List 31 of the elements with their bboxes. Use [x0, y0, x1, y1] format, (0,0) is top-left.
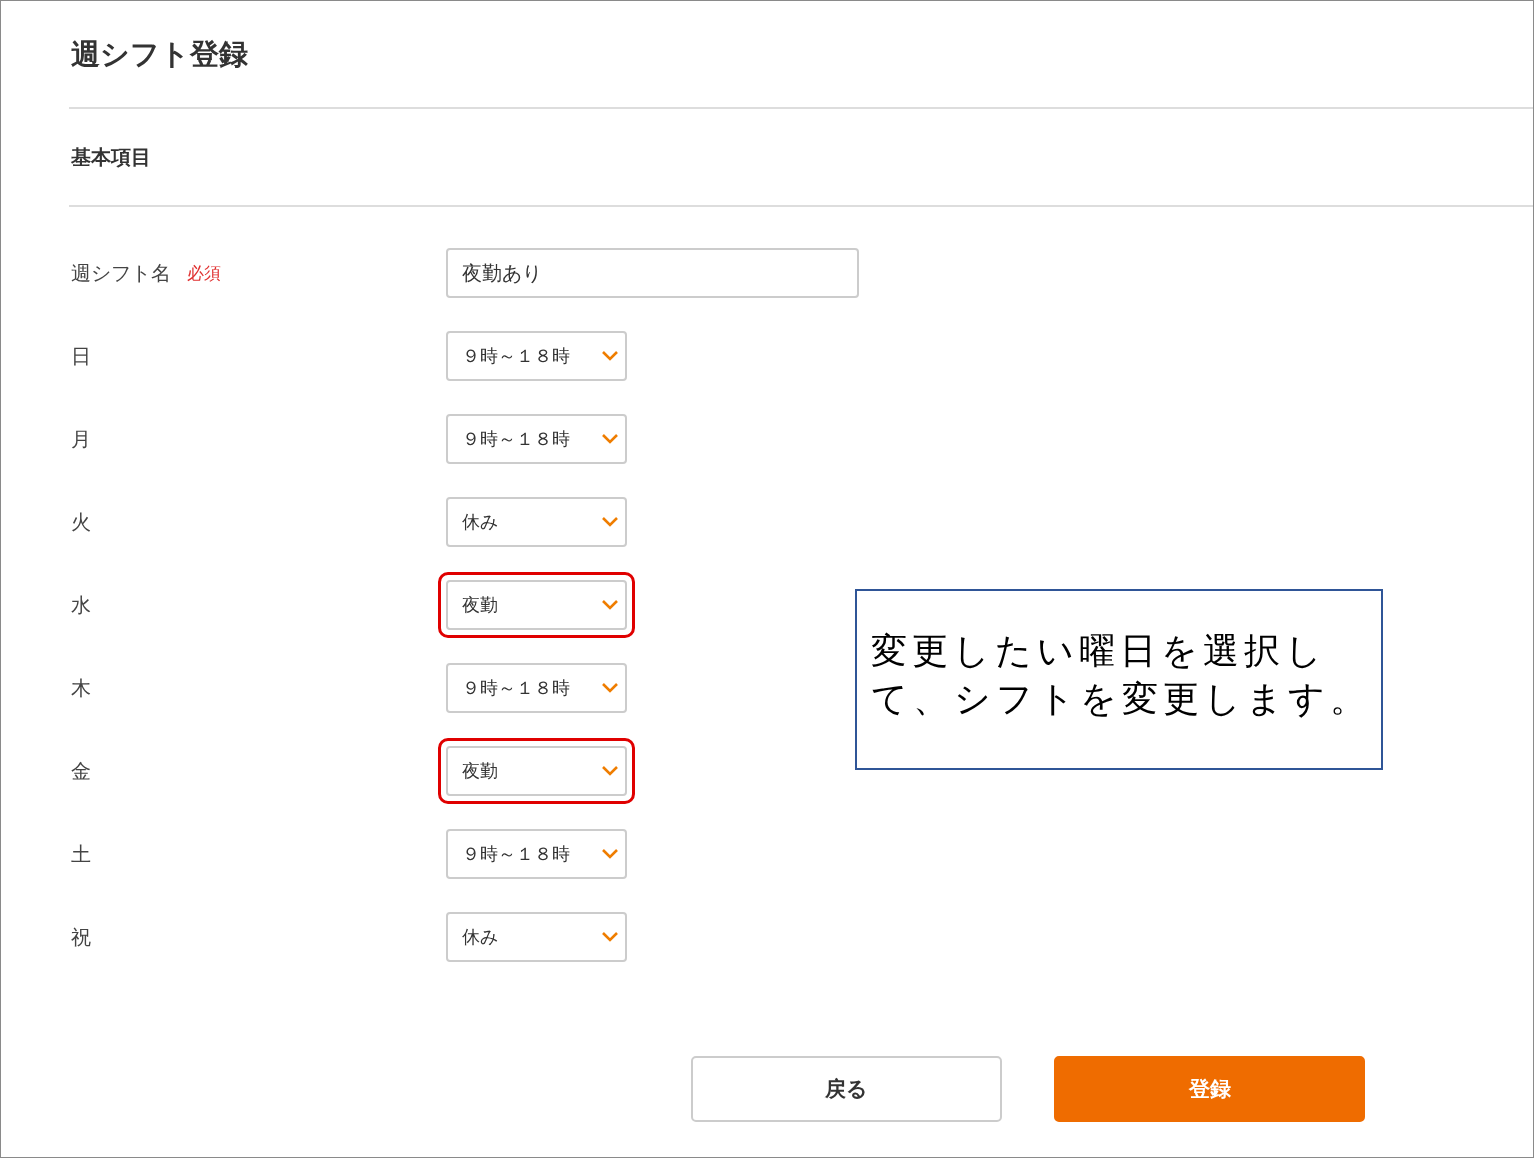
- required-label: 必須: [187, 261, 221, 285]
- chevron-down-icon: [601, 765, 619, 777]
- dropdown[interactable]: 夜勤: [446, 580, 627, 630]
- field-label: 水: [71, 591, 91, 619]
- field-label: 日: [71, 342, 91, 370]
- chevron-down-icon: [601, 599, 619, 611]
- dropdown[interactable]: ９時～１８時: [446, 414, 627, 464]
- field-label: 木: [71, 674, 91, 702]
- dropdown[interactable]: 休み: [446, 497, 627, 547]
- chevron-down-icon: [601, 848, 619, 860]
- chevron-down-icon: [601, 682, 619, 694]
- dropdown[interactable]: 休み: [446, 912, 627, 962]
- section-title: 基本項目: [70, 144, 152, 171]
- field-label: 火: [71, 508, 91, 536]
- field-label: 祝: [71, 923, 91, 951]
- back-button[interactable]: 戻る: [691, 1056, 1002, 1122]
- page-title: 週シフト登録: [70, 36, 249, 73]
- dropdown[interactable]: ９時～１８時: [446, 829, 627, 879]
- chevron-down-icon: [601, 931, 619, 943]
- dropdown[interactable]: ９時～１８時: [446, 663, 627, 713]
- field-label: 土: [71, 840, 91, 868]
- field-label: 月: [71, 425, 91, 453]
- chevron-down-icon: [601, 350, 619, 362]
- chevron-down-icon: [601, 516, 619, 528]
- field-label: 週シフト名: [71, 259, 171, 287]
- dropdown[interactable]: 夜勤: [446, 746, 627, 796]
- field-label: 金: [71, 757, 91, 785]
- callout-text: 変更したい曜日を選択し て、シフトを変更します。: [855, 589, 1383, 770]
- dropdown[interactable]: ９時～１８時: [446, 331, 627, 381]
- chevron-down-icon: [601, 433, 619, 445]
- input-field[interactable]: 夜勤あり: [446, 248, 859, 298]
